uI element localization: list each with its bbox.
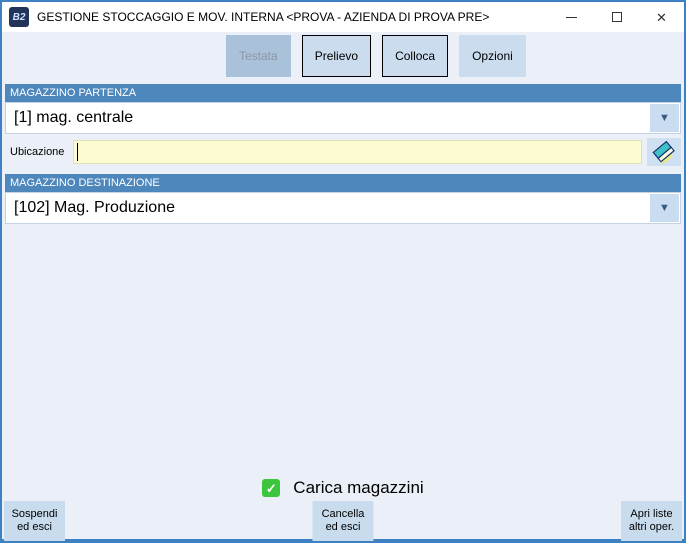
app-icon-text: B2 [12, 11, 26, 23]
app-window: B2 GESTIONE STOCCAGGIO E MOV. INTERNA <P… [0, 0, 686, 543]
window-content: Testata Prelievo Colloca Opzioni MAGAZZI… [2, 32, 684, 541]
carica-magazzini-checkbox[interactable]: ✓ [262, 479, 281, 497]
ubicazione-label: Ubicazione [10, 146, 65, 158]
minimize-button[interactable] [549, 2, 594, 32]
text-cursor [77, 143, 78, 161]
tab-opzioni[interactable]: Opzioni [459, 35, 526, 77]
minimize-icon [566, 16, 577, 18]
eraser-icon [652, 140, 675, 164]
check-icon: ✓ [265, 480, 277, 496]
button-label-line: altri oper. [628, 521, 675, 533]
magazzino-partenza-combobox[interactable]: [1] mag. centrale ▼ [5, 102, 681, 134]
clear-ubicazione-button[interactable] [647, 138, 681, 166]
title-bar: B2 GESTIONE STOCCAGGIO E MOV. INTERNA <P… [2, 2, 684, 32]
magazzino-destinazione-combobox[interactable]: [102] Mag. Produzione ▼ [5, 192, 681, 224]
tab-bar: Testata Prelievo Colloca Opzioni [226, 35, 526, 77]
chevron-down-icon: ▼ [659, 111, 670, 124]
magazzino-partenza-value: [1] mag. centrale [14, 109, 134, 126]
magazzino-destinazione-value: [102] Mag. Produzione [14, 199, 175, 216]
tab-prelievo[interactable]: Prelievo [301, 35, 372, 77]
button-label-line: Apri liste [630, 508, 673, 520]
close-icon: ✕ [656, 9, 667, 25]
window-controls: ✕ [549, 2, 684, 32]
carica-magazzini-label: Carica magazzini [293, 478, 424, 497]
section-header-magazzino-partenza: MAGAZZINO PARTENZA [5, 84, 681, 102]
app-icon[interactable]: B2 [9, 7, 29, 27]
button-label-line: ed esci [325, 521, 361, 533]
sospendi-ed-esci-button[interactable]: Sospendi ed esci [4, 501, 65, 541]
window-title: GESTIONE STOCCAGGIO E MOV. INTERNA <PROV… [37, 10, 490, 24]
maximize-icon [611, 12, 622, 22]
close-button[interactable]: ✕ [639, 2, 684, 32]
button-label-line: Sospendi [11, 508, 58, 520]
magazzino-partenza-dropdown-button[interactable]: ▼ [650, 104, 679, 132]
cancella-ed-esci-button[interactable]: Cancella ed esci [312, 501, 374, 541]
chevron-down-icon: ▼ [659, 201, 670, 214]
tab-colloca[interactable]: Colloca [382, 35, 449, 77]
apri-liste-altri-oper-button[interactable]: Apri liste altri oper. [621, 501, 682, 541]
ubicazione-input[interactable] [73, 140, 642, 164]
ubicazione-row: Ubicazione [5, 138, 681, 166]
section-header-magazzino-destinazione: MAGAZZINO DESTINAZIONE [5, 174, 681, 192]
carica-magazzini-row: ✓ Carica magazzini [2, 476, 684, 500]
button-label-line: Cancella [321, 508, 365, 520]
tab-testata[interactable]: Testata [226, 35, 291, 77]
button-label-line: ed esci [17, 521, 52, 533]
maximize-button[interactable] [594, 2, 639, 32]
magazzino-destinazione-dropdown-button[interactable]: ▼ [650, 194, 679, 222]
